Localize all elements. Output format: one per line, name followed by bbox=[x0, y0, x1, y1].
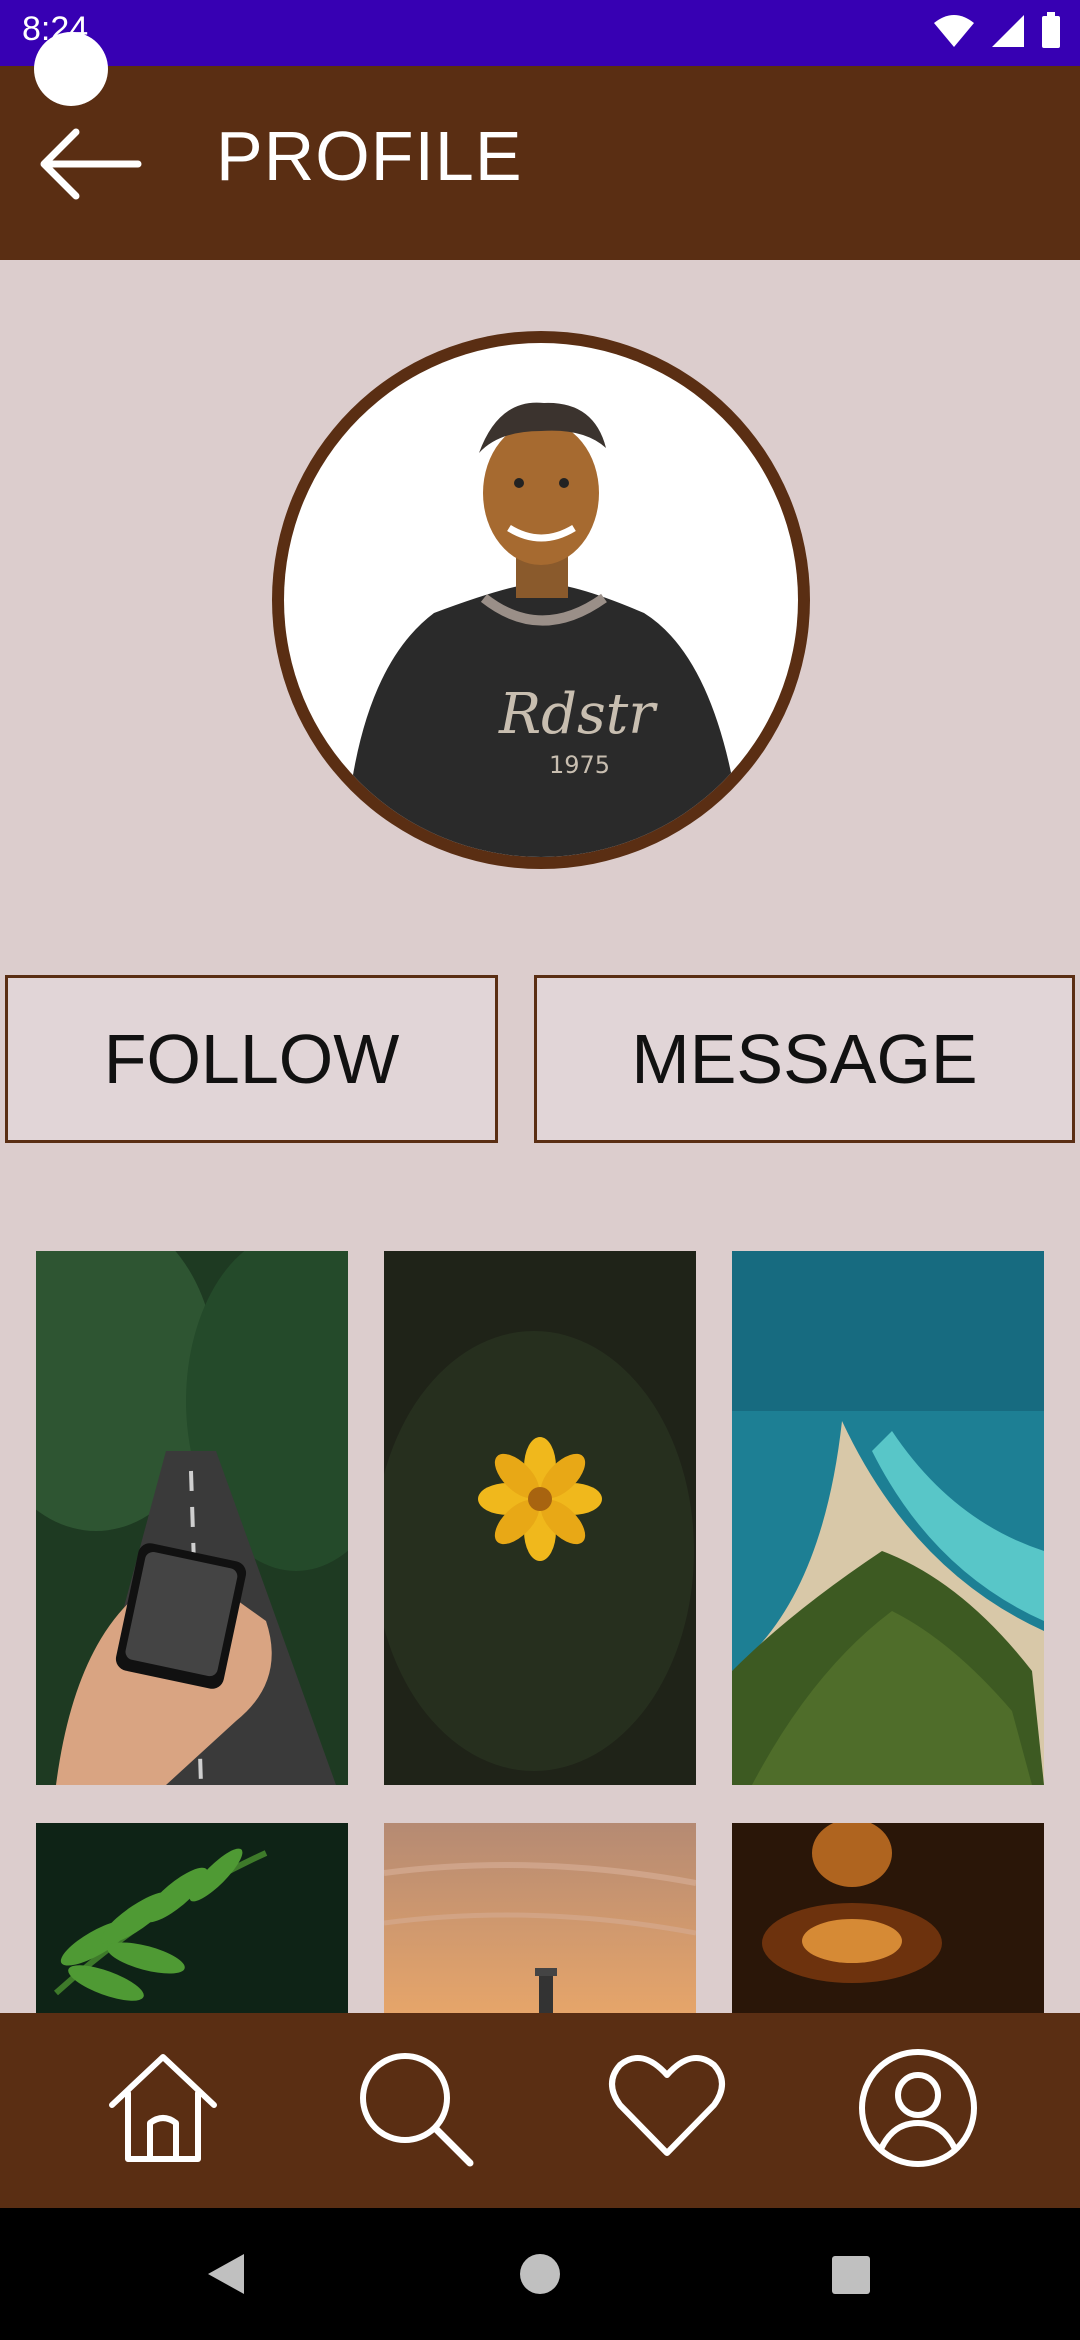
gallery-photo-candle[interactable] bbox=[732, 1823, 1044, 2013]
message-button-label: MESSAGE bbox=[631, 1020, 978, 1098]
gallery-photo-beach[interactable] bbox=[732, 1251, 1044, 1785]
svg-text:1975: 1975 bbox=[549, 751, 610, 779]
follow-button-label: FOLLOW bbox=[103, 1020, 400, 1098]
wifi-icon bbox=[934, 15, 974, 47]
app-bar: PROFILE bbox=[0, 66, 1080, 260]
gallery-photo-sunset[interactable] bbox=[384, 1823, 696, 2013]
svg-text:Rdstr: Rdstr bbox=[498, 682, 658, 747]
profile-avatar[interactable]: Rdstr 1975 bbox=[272, 331, 810, 869]
back-triangle-icon[interactable] bbox=[196, 2244, 256, 2304]
gallery-photo-fern[interactable] bbox=[36, 1823, 348, 2013]
message-button[interactable]: MESSAGE bbox=[534, 975, 1075, 1143]
recents-square-icon[interactable] bbox=[820, 2244, 880, 2304]
home-icon[interactable] bbox=[98, 2043, 228, 2173]
battery-icon bbox=[1042, 12, 1060, 48]
bottom-nav bbox=[0, 2013, 1080, 2208]
system-nav-bar bbox=[0, 2208, 1080, 2340]
gallery-photo-road[interactable] bbox=[36, 1251, 348, 1785]
back-arrow-icon[interactable] bbox=[36, 124, 146, 204]
home-circle-icon[interactable] bbox=[510, 2244, 570, 2304]
heart-icon[interactable] bbox=[602, 2043, 732, 2173]
status-icons bbox=[932, 12, 1062, 50]
search-icon[interactable] bbox=[350, 2043, 480, 2173]
gallery-photo-flower[interactable] bbox=[384, 1251, 696, 1785]
person-illustration: Rdstr 1975 bbox=[344, 402, 744, 857]
profile-icon[interactable] bbox=[853, 2043, 983, 2173]
page-title: PROFILE bbox=[216, 117, 523, 195]
camera-cutout bbox=[34, 32, 108, 106]
avatar-photo: Rdstr 1975 bbox=[284, 343, 798, 857]
profile-screen: 8:24 PROFILE Rdstr 1975 FOLLOW MESSAGE bbox=[0, 0, 1080, 2340]
follow-button[interactable]: FOLLOW bbox=[5, 975, 498, 1143]
signal-icon bbox=[992, 15, 1024, 47]
status-bar: 8:24 bbox=[0, 0, 1080, 66]
